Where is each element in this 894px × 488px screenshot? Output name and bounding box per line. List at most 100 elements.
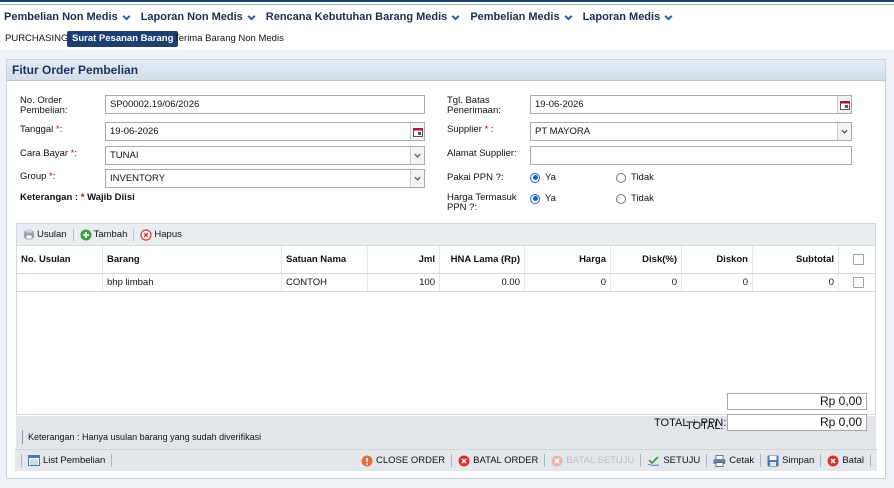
dropdown-button[interactable] bbox=[837, 123, 851, 140]
menu-label: Laporan Medis bbox=[582, 11, 661, 23]
alert-icon bbox=[361, 455, 373, 466]
chevron-down-icon bbox=[414, 176, 421, 181]
hapus-label: Hapus bbox=[154, 229, 182, 240]
list-pembelian-button[interactable]: List Pembelian bbox=[28, 455, 105, 466]
no-order-field[interactable]: SP00002.19/06/2026 bbox=[105, 95, 425, 114]
keterangan-text: Wajib Diisi bbox=[87, 192, 135, 203]
col-harga: Harga bbox=[525, 246, 611, 273]
menu-label: Rencana Kebutuhan Barang Medis bbox=[265, 11, 448, 23]
tanggal-value: 19-06-2026 bbox=[110, 126, 159, 137]
menu-laporan-medis[interactable]: Laporan Medis bbox=[583, 11, 675, 23]
cell-no-usulan bbox=[17, 274, 103, 291]
chevron-down-icon bbox=[664, 14, 673, 21]
chevron-down-icon bbox=[414, 153, 421, 158]
col-jml: Jml bbox=[368, 246, 440, 273]
bar-separator bbox=[640, 454, 642, 467]
chevron-down-icon bbox=[841, 129, 848, 134]
dropdown-button[interactable] bbox=[410, 147, 424, 164]
total-ppn-label: TOTAL + PPN: bbox=[654, 417, 727, 429]
batal-label: Batal bbox=[842, 455, 864, 466]
bar-separator bbox=[111, 454, 113, 467]
cara-bayar-value: TUNAI bbox=[110, 150, 139, 161]
calendar-button[interactable] bbox=[410, 123, 424, 140]
col-no-usulan: No. Usulan bbox=[17, 246, 103, 273]
delete-icon bbox=[140, 228, 152, 241]
cara-bayar-label: Cara Bayar *: bbox=[20, 149, 77, 159]
alamat-supplier-label: Alamat Supplier: bbox=[447, 148, 517, 159]
ppn-radio-ya[interactable]: Ya bbox=[530, 172, 556, 183]
batal-setuju-button[interactable]: BATAL SETUJU bbox=[551, 455, 634, 467]
tambah-button[interactable]: Tambah bbox=[80, 229, 127, 241]
simpan-button[interactable]: Simpan bbox=[767, 455, 814, 467]
row-checkbox[interactable] bbox=[852, 277, 864, 288]
calendar-button[interactable] bbox=[837, 96, 851, 113]
cell-select bbox=[839, 274, 877, 291]
cell-jml: 100 bbox=[368, 274, 440, 291]
tanggal-label: Tanggal *: bbox=[20, 125, 62, 135]
radio-unselected bbox=[616, 193, 626, 204]
cell-harga: 0 bbox=[525, 274, 611, 291]
menu-pembelian-medis[interactable]: Pembelian Medis bbox=[470, 11, 573, 23]
tgl-batas-field[interactable]: 19-06-2026 bbox=[530, 95, 852, 114]
radio-selected bbox=[530, 193, 540, 204]
menu-laporan-non-medis[interactable]: Laporan Non Medis bbox=[141, 11, 257, 23]
select-all-checkbox[interactable] bbox=[852, 254, 864, 265]
group-select[interactable]: INVENTORY bbox=[105, 169, 425, 188]
subnav-terima-barang-non-medis[interactable]: Terima Barang Non Medis bbox=[169, 31, 289, 47]
col-subtotal: Subtotal bbox=[753, 246, 839, 273]
batal-button[interactable]: Batal bbox=[827, 455, 864, 467]
menu-label: Pembelian Medis bbox=[470, 11, 560, 23]
harga-ppn-label: Harga Termasuk PPN ?: bbox=[447, 193, 517, 213]
bar-separator bbox=[870, 454, 871, 467]
tgl-batas-value: 19-06-2026 bbox=[535, 99, 584, 110]
col-satuan-nama: Satuan Nama bbox=[282, 246, 368, 273]
bar-separator bbox=[760, 454, 762, 467]
tanggal-field[interactable]: 19-06-2026 bbox=[105, 122, 425, 141]
ppn-radio-tidak[interactable]: Tidak bbox=[616, 172, 654, 183]
grid-toolbar: Usulan Tambah Hapus bbox=[17, 224, 875, 246]
hapus-button[interactable]: Hapus bbox=[140, 228, 182, 241]
cell-subtotal: 0 bbox=[753, 274, 839, 291]
radio-label: Ya bbox=[545, 193, 556, 204]
supplier-label: Supplier * : bbox=[447, 125, 493, 135]
bar-separator bbox=[820, 454, 822, 467]
verifikasi-note: Keterangan : Hanya usulan barang yang su… bbox=[22, 430, 261, 444]
table-row[interactable]: bhp limbah CONTOH 100 0.00 0 0 0 0 bbox=[17, 274, 875, 292]
col-diskon: Diskon bbox=[682, 246, 753, 273]
dropdown-button[interactable] bbox=[410, 170, 424, 187]
cara-bayar-label-text: Cara Bayar bbox=[20, 148, 69, 159]
harga-ppn-label-line2: PPN ?: bbox=[447, 202, 478, 213]
cetak-button[interactable]: Cetak bbox=[713, 454, 754, 467]
menu-rencana-kebutuhan[interactable]: Rencana Kebutuhan Barang Medis bbox=[266, 11, 462, 23]
subnav-purchasing[interactable]: PURCHASING bbox=[0, 31, 73, 47]
tgl-batas-label-line2: Penerimaan: bbox=[447, 105, 501, 116]
group-label-suffix: : bbox=[52, 171, 56, 182]
list-icon bbox=[28, 455, 40, 466]
harga-ppn-radio-ya[interactable]: Ya bbox=[530, 193, 556, 204]
batal-setuju-label: BATAL SETUJU bbox=[566, 455, 635, 466]
batal-order-button[interactable]: BATAL ORDER bbox=[458, 455, 538, 467]
toolbar-separator bbox=[133, 228, 135, 241]
usulan-label: Usulan bbox=[37, 229, 67, 240]
supplier-label-text: Supplier bbox=[447, 124, 482, 135]
bar-separator bbox=[451, 454, 453, 467]
harga-ppn-radio-tidak[interactable]: Tidak bbox=[616, 193, 654, 204]
cell-diskon: 0 bbox=[682, 274, 753, 291]
alamat-supplier-field[interactable] bbox=[530, 146, 852, 165]
setuju-button[interactable]: SETUJU bbox=[647, 455, 700, 467]
bar-separator bbox=[544, 454, 546, 467]
menu-label: Pembelian Non Medis bbox=[4, 11, 118, 23]
subnav-surat-pesanan-barang[interactable]: Surat Pesanan Barang bbox=[67, 31, 179, 47]
supplier-select[interactable]: PT MAYORA bbox=[530, 122, 852, 141]
col-hna-lama: HNA Lama (Rp) bbox=[440, 246, 525, 273]
toolbar-separator bbox=[72, 228, 74, 241]
cara-bayar-select[interactable]: TUNAI bbox=[105, 146, 425, 165]
close-order-button[interactable]: CLOSE ORDER bbox=[361, 455, 445, 467]
cell-barang: bhp limbah bbox=[103, 274, 282, 291]
no-order-label: No. Order Pembelian: bbox=[20, 96, 68, 116]
pakai-ppn-label: Pakai PPN ?: bbox=[447, 172, 504, 183]
supplier-label-suffix: : bbox=[488, 124, 494, 135]
radio-unselected bbox=[616, 172, 626, 183]
usulan-button[interactable]: Usulan bbox=[23, 229, 67, 240]
menu-pembelian-non-medis[interactable]: Pembelian Non Medis bbox=[4, 11, 132, 23]
